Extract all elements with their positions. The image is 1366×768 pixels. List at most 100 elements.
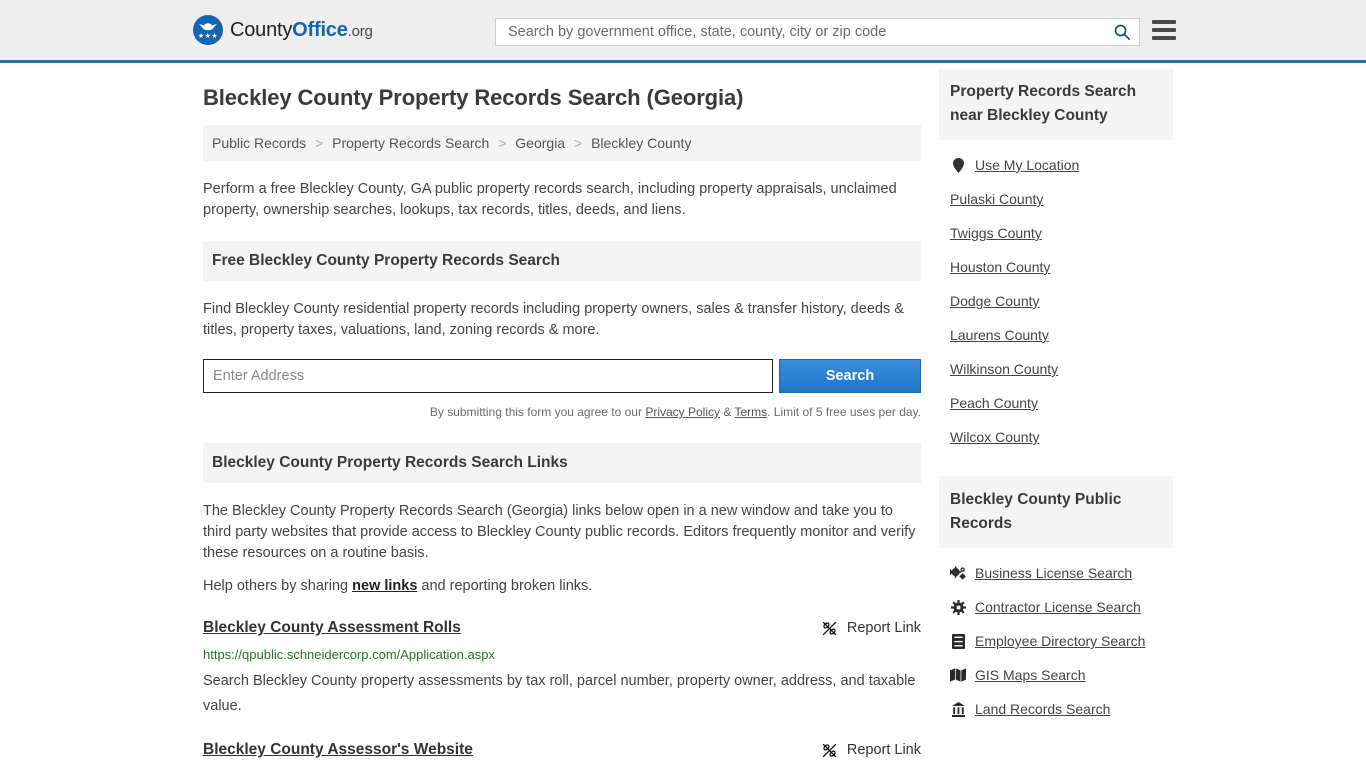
- nearby-search-list: Use My Location Pulaski County Twiggs Co…: [939, 140, 1173, 454]
- result-title-link[interactable]: Bleckley County Assessment Rolls: [203, 617, 461, 638]
- address-input[interactable]: [203, 359, 773, 393]
- terms-link[interactable]: Terms: [734, 405, 767, 419]
- sidebar-link[interactable]: Houston County: [950, 259, 1050, 275]
- gear-icon: [950, 599, 966, 615]
- free-search-heading: Free Bleckley County Property Records Se…: [203, 241, 921, 281]
- public-records-card: Bleckley County Public Records: [939, 476, 1173, 726]
- public-records-list: Business License Search Contracto: [939, 548, 1173, 726]
- breadcrumb: Public Records > Property Records Search…: [203, 125, 921, 161]
- report-link-button[interactable]: Report Link: [821, 739, 921, 761]
- sidebar-link[interactable]: GIS Maps Search: [975, 667, 1086, 683]
- hamburger-bar: [1152, 28, 1176, 32]
- legal-prefix: By submitting this form you agree to our: [430, 405, 645, 419]
- free-search-description: Find Bleckley County residential propert…: [203, 299, 921, 341]
- sidebar-link[interactable]: Land Records Search: [975, 701, 1110, 717]
- search-icon[interactable]: [1113, 23, 1131, 41]
- links-section-heading: Bleckley County Property Records Search …: [203, 443, 921, 483]
- map-pin-icon: [950, 157, 966, 173]
- result-url: https://qpublic.schneidercorp.com/Applic…: [203, 644, 921, 665]
- sidebar-link[interactable]: Twiggs County: [950, 225, 1042, 241]
- sidebar-item-use-my-location[interactable]: Use My Location: [939, 148, 1173, 182]
- landmark-icon: [950, 701, 966, 717]
- report-link-button[interactable]: Report Link: [821, 617, 921, 639]
- sidebar-item-wilcox-county[interactable]: Wilcox County: [939, 420, 1173, 454]
- page-title: Bleckley County Property Records Search …: [203, 85, 921, 111]
- nearby-search-card: Property Records Search near Bleckley Co…: [939, 68, 1173, 454]
- help-suffix: and reporting broken links.: [417, 578, 592, 594]
- sidebar-item-twiggs-county[interactable]: Twiggs County: [939, 216, 1173, 250]
- sidebar-item-land-records-search[interactable]: Land Records Search: [939, 692, 1173, 726]
- site-header: ★★★ CountyOffice.org: [0, 0, 1366, 63]
- sidebar-link[interactable]: Use My Location: [975, 157, 1079, 173]
- legal-suffix: . Limit of 5 free uses per day.: [767, 405, 921, 419]
- search-input[interactable]: [506, 23, 1113, 41]
- breadcrumb-item-bleckley-county[interactable]: Bleckley County: [591, 135, 691, 151]
- sidebar-link[interactable]: Business License Search: [975, 565, 1132, 581]
- breadcrumb-separator: >: [498, 135, 506, 151]
- main-column: Bleckley County Property Records Search …: [203, 63, 921, 768]
- sidebar-link[interactable]: Employee Directory Search: [975, 633, 1145, 649]
- brand-wordmark: CountyOffice.org: [230, 19, 373, 42]
- public-records-heading: Bleckley County Public Records: [939, 476, 1173, 548]
- breadcrumb-item-property-records-search[interactable]: Property Records Search: [332, 135, 489, 151]
- sidebar: Property Records Search near Bleckley Co…: [939, 63, 1173, 768]
- sidebar-link[interactable]: Laurens County: [950, 327, 1049, 343]
- free-search-body: Find Bleckley County residential propert…: [203, 281, 921, 423]
- report-link-label: Report Link: [847, 618, 921, 639]
- form-legal-notice: By submitting this form you agree to our…: [203, 402, 921, 423]
- hamburger-bar: [1152, 36, 1176, 40]
- sidebar-item-wilkinson-county[interactable]: Wilkinson County: [939, 352, 1173, 386]
- result-header-row: Bleckley County Assessment Rolls Report …: [203, 617, 921, 639]
- result-item: Bleckley County Assessor's Website Repor…: [203, 739, 921, 768]
- sidebar-item-employee-directory-search[interactable]: Employee Directory Search: [939, 624, 1173, 658]
- sidebar-item-business-license-search[interactable]: Business License Search: [939, 556, 1173, 590]
- sidebar-item-pulaski-county[interactable]: Pulaski County: [939, 182, 1173, 216]
- breadcrumb-item-public-records[interactable]: Public Records: [212, 135, 306, 151]
- help-prefix: Help others by sharing: [203, 578, 352, 594]
- sidebar-item-dodge-county[interactable]: Dodge County: [939, 284, 1173, 318]
- legal-amp: &: [720, 405, 734, 419]
- sidebar-link[interactable]: Peach County: [950, 395, 1038, 411]
- sidebar-link[interactable]: Pulaski County: [950, 191, 1043, 207]
- sidebar-item-gis-maps-search[interactable]: GIS Maps Search: [939, 658, 1173, 692]
- result-item: Bleckley County Assessment Rolls Report …: [203, 617, 921, 719]
- breadcrumb-separator: >: [315, 135, 323, 151]
- privacy-policy-link[interactable]: Privacy Policy: [645, 405, 720, 419]
- brand-office-text: Office: [292, 19, 347, 41]
- book-icon: [950, 633, 966, 649]
- sidebar-item-contractor-license-search[interactable]: Contractor License Search: [939, 590, 1173, 624]
- eagle-icon: [198, 22, 218, 31]
- search-submit-button[interactable]: Search: [779, 359, 921, 393]
- address-search-form: Search: [203, 359, 921, 393]
- links-section-paragraph: The Bleckley County Property Records Sea…: [203, 501, 921, 564]
- links-section-body: The Bleckley County Property Records Sea…: [203, 483, 921, 768]
- result-header-row: Bleckley County Assessor's Website Repor…: [203, 739, 921, 761]
- result-description: Search Bleckley County property assessme…: [203, 669, 921, 719]
- site-logo[interactable]: ★★★ CountyOffice.org: [193, 15, 373, 45]
- sidebar-item-laurens-county[interactable]: Laurens County: [939, 318, 1173, 352]
- nearby-search-heading: Property Records Search near Bleckley Co…: [939, 68, 1173, 140]
- hamburger-bar: [1152, 20, 1176, 24]
- links-help-line: Help others by sharing new links and rep…: [203, 576, 921, 597]
- brand-org-text: .org: [348, 23, 373, 40]
- breadcrumb-item-georgia[interactable]: Georgia: [515, 135, 565, 151]
- map-icon: [950, 667, 966, 683]
- breadcrumb-separator: >: [574, 135, 582, 151]
- three-stars-icon: ★★★: [193, 33, 223, 40]
- new-links-link[interactable]: new links: [352, 578, 417, 594]
- hamburger-menu-icon[interactable]: [1152, 20, 1176, 40]
- sidebar-link[interactable]: Wilcox County: [950, 429, 1039, 445]
- sidebar-item-peach-county[interactable]: Peach County: [939, 386, 1173, 420]
- sidebar-link[interactable]: Contractor License Search: [975, 599, 1141, 615]
- broken-link-icon: [821, 742, 838, 759]
- sidebar-link[interactable]: Dodge County: [950, 293, 1040, 309]
- page-intro-text: Perform a free Bleckley County, GA publi…: [203, 179, 921, 221]
- broken-link-icon: [821, 620, 838, 637]
- global-search-bar[interactable]: [495, 18, 1140, 46]
- page-container: Bleckley County Property Records Search …: [0, 63, 1366, 768]
- result-title-link[interactable]: Bleckley County Assessor's Website: [203, 739, 473, 760]
- sidebar-item-houston-county[interactable]: Houston County: [939, 250, 1173, 284]
- report-link-label: Report Link: [847, 740, 921, 761]
- sidebar-link[interactable]: Wilkinson County: [950, 361, 1058, 377]
- county-office-seal-icon: ★★★: [193, 15, 223, 45]
